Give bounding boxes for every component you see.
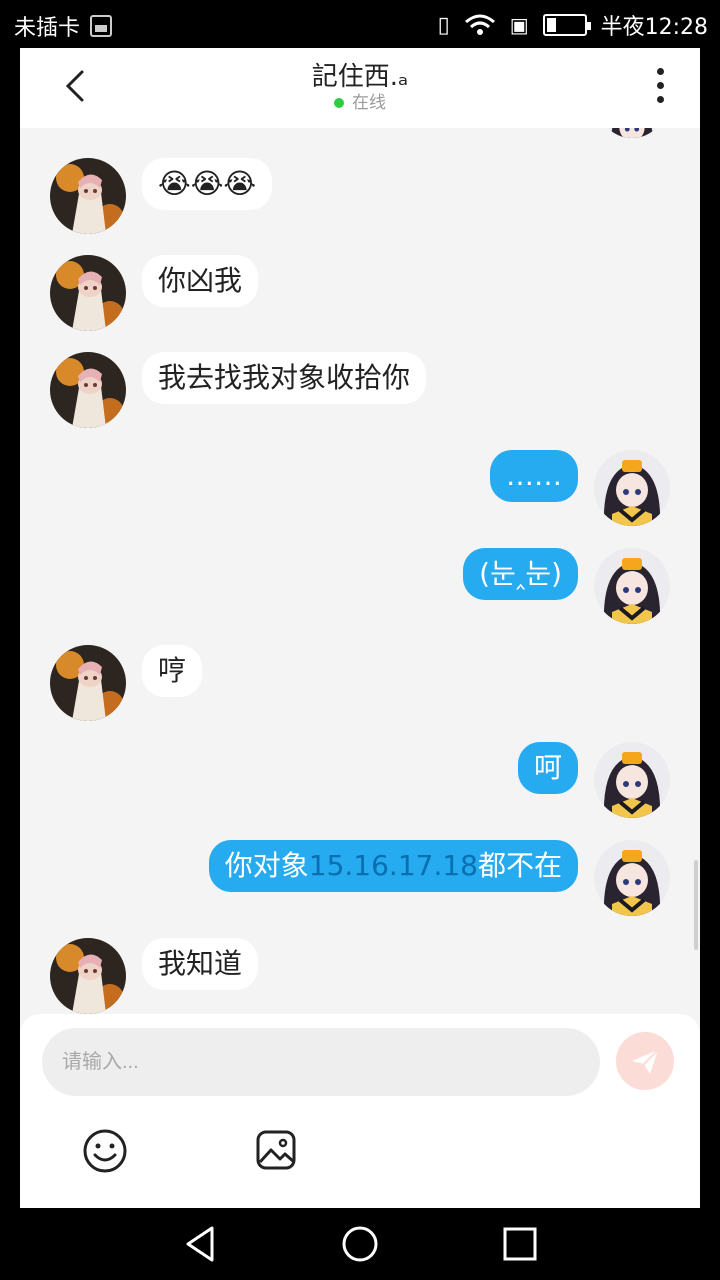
chat-header: 記住西.ₐ 在线 xyxy=(20,48,700,128)
avatar[interactable] xyxy=(594,548,670,624)
avatar[interactable] xyxy=(50,938,126,1014)
avatar[interactable] xyxy=(594,840,670,916)
system-nav-bar xyxy=(0,1208,720,1280)
avatar[interactable] xyxy=(602,128,662,138)
sim-icon: ▣ xyxy=(509,13,529,37)
message-row: 我知道 xyxy=(20,938,700,1016)
message-bubble[interactable]: 我去找我对象收拾你 xyxy=(142,352,427,404)
avatar[interactable] xyxy=(50,255,126,331)
message-bubble[interactable]: …… xyxy=(490,450,578,502)
message-row: 呵 xyxy=(20,742,700,822)
more-options-button[interactable] xyxy=(648,66,672,106)
chat-screen: 記住西.ₐ 在线 😭😭😭 你凶我 我去找我对象收拾你 …… (눈‸눈) 哼 呵 … xyxy=(20,48,700,1208)
message-bubble[interactable]: 我知道 xyxy=(142,938,259,990)
message-bubble[interactable]: 哼 xyxy=(142,645,203,697)
message-input[interactable] xyxy=(42,1028,600,1096)
battery-icon xyxy=(542,14,591,36)
message-bubble[interactable]: (눈‸눈) xyxy=(463,548,578,600)
message-row: …… xyxy=(20,450,700,530)
vibrate-icon: ▯ xyxy=(437,12,450,38)
message-row: 😭😭😭 xyxy=(20,158,700,238)
message-bubble[interactable]: 你凶我 xyxy=(142,255,259,307)
message-bubble[interactable]: 你对象15.16.17.18都不在 xyxy=(208,840,578,892)
recents-square-icon[interactable] xyxy=(500,1224,540,1264)
home-circle-icon[interactable] xyxy=(340,1224,380,1264)
online-status-label: 在线 xyxy=(352,93,386,113)
composer xyxy=(20,1014,700,1208)
image-picker-button[interactable] xyxy=(254,1128,298,1172)
clock: 半夜12:28 xyxy=(600,15,708,40)
message-bubble[interactable]: 😭😭😭 xyxy=(142,158,273,210)
scrollbar[interactable] xyxy=(694,860,698,950)
more-vertical-icon xyxy=(656,68,664,75)
message-row: 你凶我 xyxy=(20,255,700,335)
avatar[interactable] xyxy=(50,158,126,234)
carrier-label: 未插卡 xyxy=(14,16,81,41)
avatar[interactable] xyxy=(594,450,670,526)
emoji-button[interactable] xyxy=(82,1128,128,1174)
image-notification-icon xyxy=(90,15,113,37)
avatar[interactable] xyxy=(50,352,126,428)
message-bubble[interactable]: 呵 xyxy=(517,742,578,794)
send-button[interactable] xyxy=(616,1032,674,1090)
message-row: 你对象15.16.17.18都不在 xyxy=(20,840,700,920)
avatar[interactable] xyxy=(50,645,126,721)
message-row: 我去找我对象收拾你 xyxy=(20,352,700,432)
message-row: (눈‸눈) xyxy=(20,548,700,628)
online-dot-icon xyxy=(334,98,344,108)
status-bar: 未插卡 ▯ ▣ 半夜12:28 xyxy=(0,0,720,48)
message-text: 都不在 xyxy=(477,849,562,882)
avatar[interactable] xyxy=(594,742,670,818)
back-triangle-icon[interactable] xyxy=(180,1224,220,1264)
message-text: 你对象 xyxy=(224,849,309,882)
message-number-link[interactable]: 15.16.17.18 xyxy=(309,849,478,882)
message-list[interactable]: 😭😭😭 你凶我 我去找我对象收拾你 …… (눈‸눈) 哼 呵 你对象15.16.… xyxy=(20,128,700,1016)
message-row: 哼 xyxy=(20,645,700,725)
online-status: 在线 xyxy=(20,88,700,113)
wifi-icon xyxy=(464,14,495,35)
